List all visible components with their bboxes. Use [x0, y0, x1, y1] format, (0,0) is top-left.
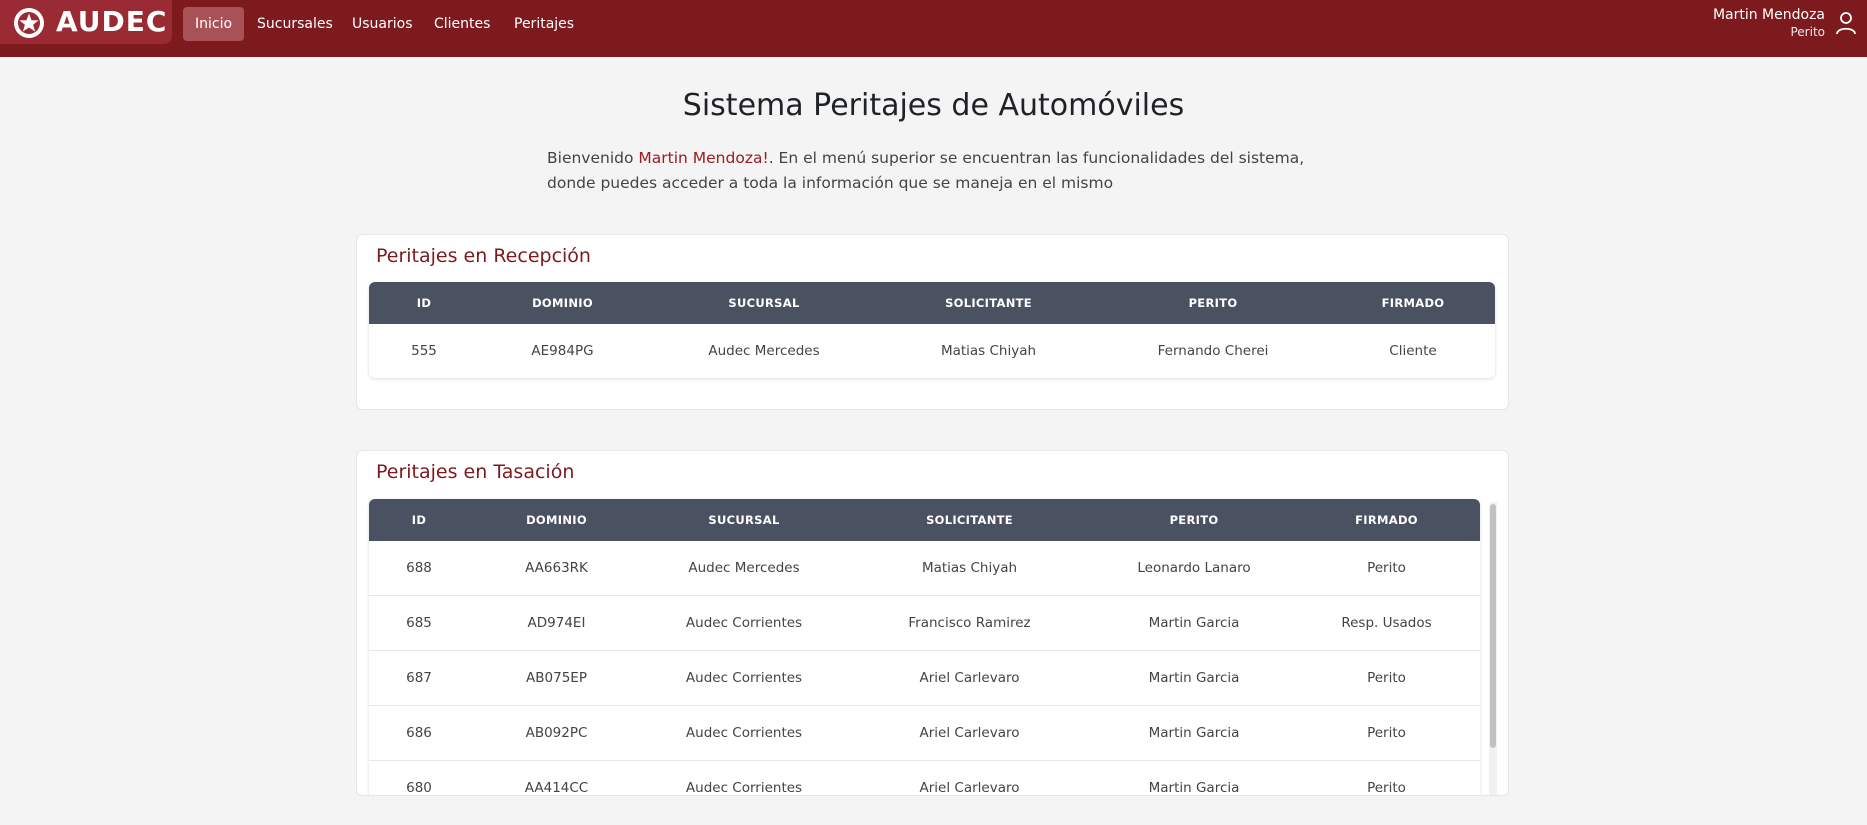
cell-id: 685: [369, 595, 469, 651]
reception-card: Peritajes en Recepción ID DOMINIO SUCURS…: [356, 234, 1509, 410]
col-header-id[interactable]: ID: [369, 499, 469, 541]
cell-firmado: Resp. Usados: [1293, 595, 1480, 651]
cell-dominio: AE984PG: [479, 324, 646, 378]
col-header-solicitante[interactable]: SOLICITANTE: [882, 282, 1095, 324]
cell-dominio: AA663RK: [469, 541, 644, 596]
cell-solicitante: Ariel Carlevaro: [844, 650, 1095, 706]
welcome-prefix: Bienvenido: [547, 149, 639, 167]
cell-sucursal: Audec Corrientes: [644, 760, 844, 795]
top-navbar: AUDEC Inicio Sucursales Usuarios Cliente…: [0, 0, 1867, 57]
col-header-perito[interactable]: PERITO: [1095, 282, 1331, 324]
user-menu[interactable]: Martin Mendoza Perito: [1713, 7, 1825, 40]
scrollbar-thumb[interactable]: [1490, 504, 1496, 748]
table-row[interactable]: 686 AB092PC Audec Corrientes Ariel Carle…: [369, 705, 1480, 761]
table-row[interactable]: 688 AA663RK Audec Mercedes Matias Chiyah…: [369, 541, 1480, 596]
reception-table: ID DOMINIO SUCURSAL SOLICITANTE PERITO F…: [369, 282, 1495, 378]
page-title: Sistema Peritajes de Automóviles: [682, 88, 1185, 123]
cell-perito: Martin Garcia: [1095, 650, 1293, 706]
cell-firmado: Perito: [1293, 760, 1480, 795]
cell-perito: Fernando Cherei: [1095, 324, 1331, 378]
table-row[interactable]: 687 AB075EP Audec Corrientes Ariel Carle…: [369, 650, 1480, 706]
cell-dominio: AA414CC: [469, 760, 644, 795]
nav-item-inicio[interactable]: Inicio: [183, 7, 245, 41]
col-header-sucursal[interactable]: SUCURSAL: [644, 499, 844, 541]
user-role: Perito: [1790, 25, 1825, 39]
appraisal-table-wrap[interactable]: ID DOMINIO SUCURSAL SOLICITANTE PERITO F…: [369, 499, 1480, 795]
cell-solicitante: Matias Chiyah: [844, 541, 1095, 596]
cell-firmado: Perito: [1293, 541, 1480, 596]
col-header-solicitante[interactable]: SOLICITANTE: [844, 499, 1095, 541]
col-header-dominio[interactable]: DOMINIO: [479, 282, 646, 324]
reception-table-wrap: ID DOMINIO SUCURSAL SOLICITANTE PERITO F…: [369, 282, 1495, 378]
cell-sucursal: Audec Corrientes: [644, 650, 844, 706]
cell-perito: Martin Garcia: [1095, 705, 1293, 761]
cell-id: 555: [369, 324, 479, 378]
cell-sucursal: Audec Mercedes: [646, 324, 882, 378]
cell-id: 687: [369, 650, 469, 706]
cell-sucursal: Audec Corrientes: [644, 705, 844, 761]
brand-logo[interactable]: AUDEC: [0, 0, 172, 44]
nav-item-peritajes[interactable]: Peritajes: [502, 7, 586, 41]
cell-perito: Martin Garcia: [1095, 760, 1293, 795]
col-header-dominio[interactable]: DOMINIO: [469, 499, 644, 541]
cell-id: 688: [369, 541, 469, 596]
nav-item-clientes[interactable]: Clientes: [422, 7, 502, 41]
appraisal-title: Peritajes en Tasación: [376, 461, 575, 483]
cell-sucursal: Audec Mercedes: [644, 541, 844, 596]
user-name: Martin Mendoza: [1712, 7, 1825, 23]
star-wheel-icon: [14, 8, 44, 38]
col-header-perito[interactable]: PERITO: [1095, 499, 1293, 541]
cell-dominio: AD974EI: [469, 595, 644, 651]
brand-name: AUDEC: [56, 5, 168, 38]
nav-item-sucursales[interactable]: Sucursales: [245, 7, 345, 41]
col-header-firmado[interactable]: FIRMADO: [1331, 282, 1495, 324]
appraisal-scrollbar[interactable]: [1489, 502, 1497, 795]
cell-solicitante: Ariel Carlevaro: [844, 760, 1095, 795]
cell-solicitante: Ariel Carlevaro: [844, 705, 1095, 761]
cell-sucursal: Audec Corrientes: [644, 595, 844, 651]
cell-firmado: Perito: [1293, 650, 1480, 706]
reception-title: Peritajes en Recepción: [376, 245, 591, 267]
table-row[interactable]: 685 AD974EI Audec Corrientes Francisco R…: [369, 595, 1480, 651]
appraisal-header-row: ID DOMINIO SUCURSAL SOLICITANTE PERITO F…: [369, 499, 1480, 541]
cell-firmado: Cliente: [1331, 324, 1495, 378]
table-row[interactable]: 680 AA414CC Audec Corrientes Ariel Carle…: [369, 760, 1480, 795]
appraisal-card: Peritajes en Tasación ID DOMINIO SUCURSA…: [356, 450, 1509, 796]
cell-solicitante: Francisco Ramirez: [844, 595, 1095, 651]
col-header-sucursal[interactable]: SUCURSAL: [646, 282, 882, 324]
cell-id: 680: [369, 760, 469, 795]
cell-dominio: AB092PC: [469, 705, 644, 761]
cell-solicitante: Matias Chiyah: [882, 324, 1095, 378]
reception-header-row: ID DOMINIO SUCURSAL SOLICITANTE PERITO F…: [369, 282, 1495, 324]
welcome-user-name: Martin Mendoza!: [638, 149, 769, 167]
cell-perito: Martin Garcia: [1095, 595, 1293, 651]
cell-firmado: Perito: [1293, 705, 1480, 761]
cell-id: 686: [369, 705, 469, 761]
user-icon[interactable]: [1835, 11, 1857, 35]
appraisal-table: ID DOMINIO SUCURSAL SOLICITANTE PERITO F…: [369, 499, 1480, 795]
col-header-firmado[interactable]: FIRMADO: [1293, 499, 1480, 541]
welcome-text: Bienvenido Martin Mendoza!. En el menú s…: [547, 146, 1307, 196]
nav-item-usuarios[interactable]: Usuarios: [340, 7, 425, 41]
col-header-id[interactable]: ID: [369, 282, 479, 324]
cell-dominio: AB075EP: [469, 650, 644, 706]
cell-perito: Leonardo Lanaro: [1095, 541, 1293, 596]
table-row[interactable]: 555 AE984PG Audec Mercedes Matias Chiyah…: [369, 324, 1495, 378]
